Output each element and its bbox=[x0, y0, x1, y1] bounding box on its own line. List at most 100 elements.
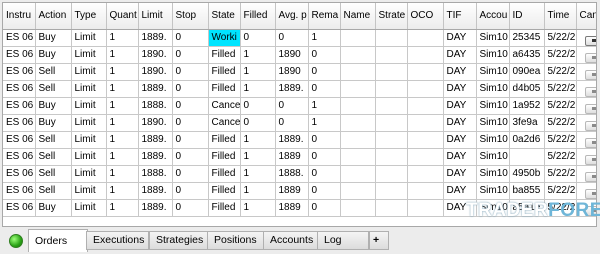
order-cell: Filled bbox=[208, 46, 241, 64]
order-cell: Filled bbox=[208, 63, 241, 81]
cancel-order-button[interactable] bbox=[584, 189, 596, 199]
column-header[interactable]: ID bbox=[509, 3, 545, 30]
cancel-cell bbox=[576, 148, 596, 166]
order-cell: DAY bbox=[443, 182, 477, 200]
order-cell: 1 bbox=[240, 148, 276, 166]
order-row[interactable]: ES 06 Sell Limit 1 1889. 0 Filled 1 1889 0 DAY Sim1… bbox=[3, 148, 596, 166]
order-cell: 0 bbox=[172, 80, 209, 98]
add-tab-button[interactable]: + bbox=[369, 231, 389, 250]
order-cell: 0 bbox=[240, 114, 276, 132]
tab-accounts[interactable]: Accounts bbox=[263, 231, 322, 250]
order-cell: Limit bbox=[71, 46, 107, 64]
cancel-cell bbox=[576, 29, 596, 47]
order-cell bbox=[407, 97, 444, 115]
column-header[interactable]: Quant bbox=[106, 3, 139, 30]
order-cell: 1888. bbox=[275, 165, 309, 183]
order-row[interactable]: ES 06 Sell Limit 1 1890. 0 Filled 1 1890 0 DAY Sim1… bbox=[3, 63, 596, 81]
column-header[interactable]: Time bbox=[544, 3, 577, 30]
order-cell: 3fe9a bbox=[509, 114, 545, 132]
column-header[interactable]: Accou bbox=[476, 3, 510, 30]
cancel-cell bbox=[576, 114, 596, 132]
order-cell: Filled bbox=[208, 182, 241, 200]
order-cell bbox=[407, 148, 444, 166]
order-row[interactable]: ES 06 Sell Limit 1 1888. 0 Filled 1 1888. 0 DAY Sim… bbox=[3, 165, 596, 183]
column-header[interactable]: Stop bbox=[172, 3, 209, 30]
order-cell: ES 06 bbox=[3, 165, 36, 183]
order-cell: 1 bbox=[106, 199, 139, 217]
column-header[interactable]: Action bbox=[35, 3, 72, 30]
order-cell: Sim10 bbox=[476, 114, 510, 132]
order-cell: 0 bbox=[240, 97, 276, 115]
cancel-order-button[interactable] bbox=[584, 53, 596, 63]
order-row[interactable]: ES 06 Sell Limit 1 1889. 0 Filled 1 1889. 0 DAY Sim… bbox=[3, 80, 596, 98]
column-header[interactable]: Avg. p bbox=[275, 3, 309, 30]
cancel-icon bbox=[591, 106, 596, 110]
order-cell bbox=[375, 46, 408, 64]
column-header[interactable]: Rema bbox=[308, 3, 341, 30]
cancel-order-button[interactable] bbox=[584, 87, 596, 97]
order-cell: 0 bbox=[308, 165, 341, 183]
tab-orders-label: Orders bbox=[35, 235, 68, 247]
order-row[interactable]: ES 06 Sell Limit 1 1889. 0 Filled 1 1889 0 DAY Sim1… bbox=[3, 182, 596, 200]
order-cell bbox=[375, 97, 408, 115]
cancel-order-button[interactable] bbox=[584, 70, 596, 80]
column-header[interactable]: TIF bbox=[443, 3, 477, 30]
order-cell: Sim10 bbox=[476, 131, 510, 149]
tab-strategies[interactable]: Strategies bbox=[149, 231, 208, 250]
order-cell: Sim10 bbox=[476, 63, 510, 81]
tab-executions[interactable]: Executions bbox=[86, 231, 149, 250]
cancel-order-button[interactable] bbox=[584, 36, 596, 46]
column-header[interactable]: Strate bbox=[375, 3, 408, 30]
order-cell: Buy bbox=[35, 114, 72, 132]
column-header[interactable]: OCO bbox=[407, 3, 444, 30]
order-cell: 1890. bbox=[138, 46, 173, 64]
column-header[interactable]: Filled bbox=[240, 3, 276, 30]
tab-positions[interactable]: Positions bbox=[207, 231, 264, 250]
order-cell: DAY bbox=[443, 63, 477, 81]
order-cell bbox=[340, 46, 376, 64]
order-cell: Sim10 bbox=[476, 80, 510, 98]
order-cell: 1889. bbox=[275, 131, 309, 149]
cancel-icon bbox=[591, 38, 596, 42]
order-cell: 0 bbox=[172, 46, 209, 64]
order-cell bbox=[375, 29, 408, 47]
tab-log[interactable]: Log bbox=[317, 231, 369, 250]
order-row[interactable]: ES 06 Buy Limit 1 1889. 0 Worki 0 0 1 DAY Sim10 2534… bbox=[3, 29, 596, 47]
order-cell: Buy bbox=[35, 46, 72, 64]
order-row[interactable]: ES 06 Buy Limit 1 1890. 0 Cance 0 0 1 DAY Sim10 3fe9… bbox=[3, 114, 596, 132]
order-cell: ES 06 bbox=[3, 148, 36, 166]
order-cell bbox=[340, 182, 376, 200]
order-cell: Sim10 bbox=[476, 29, 510, 47]
cancel-order-button[interactable] bbox=[584, 155, 596, 165]
tab-bar: Orders Executions Strategies Positions A… bbox=[0, 229, 600, 254]
order-cell bbox=[407, 114, 444, 132]
column-header[interactable]: Limit bbox=[138, 3, 173, 30]
column-header[interactable]: Instru bbox=[3, 3, 36, 30]
order-cell: Limit bbox=[71, 63, 107, 81]
order-row[interactable]: ES 06 Sell Limit 1 1889. 0 Filled 1 1889. 0 DAY Sim… bbox=[3, 131, 596, 149]
column-header[interactable]: Name bbox=[340, 3, 376, 30]
tab-log-label: Log bbox=[324, 234, 342, 246]
order-cell: Buy bbox=[35, 97, 72, 115]
cancel-order-button[interactable] bbox=[584, 172, 596, 182]
cancel-icon bbox=[591, 55, 596, 59]
order-row[interactable]: ES 06 Buy Limit 1 1890. 0 Filled 1 1890 0 DAY Sim10… bbox=[3, 46, 596, 64]
order-cell: 1889. bbox=[138, 131, 173, 149]
order-cell: 0 bbox=[308, 46, 341, 64]
order-cell: 0 bbox=[275, 97, 309, 115]
cancel-icon bbox=[591, 191, 596, 195]
cancel-cell bbox=[576, 182, 596, 200]
order-cell: Limit bbox=[71, 29, 107, 47]
column-header[interactable]: State bbox=[208, 3, 241, 30]
column-header[interactable]: Type bbox=[71, 3, 107, 30]
cancel-order-button[interactable] bbox=[584, 121, 596, 131]
order-cell: DAY bbox=[443, 131, 477, 149]
order-row[interactable]: ES 06 Buy Limit 1 1888. 0 Cance 0 0 1 DAY Sim10 1a95… bbox=[3, 97, 596, 115]
order-cell: Sim10 bbox=[476, 182, 510, 200]
cancel-order-button[interactable] bbox=[584, 138, 596, 148]
cancel-order-button[interactable] bbox=[584, 104, 596, 114]
column-header[interactable]: Cance bbox=[576, 3, 596, 30]
tab-orders[interactable]: Orders bbox=[28, 229, 88, 252]
order-cell: 1889. bbox=[138, 80, 173, 98]
order-cell bbox=[375, 131, 408, 149]
